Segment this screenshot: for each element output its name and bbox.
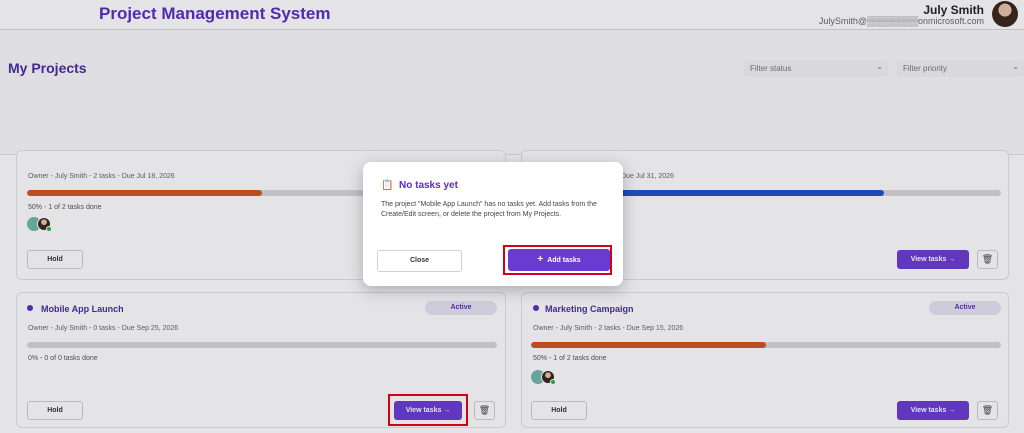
clipboard-icon: 📋 (381, 180, 394, 191)
highlight-add-tasks (503, 245, 612, 275)
dialog-title: No tasks yet (399, 180, 458, 191)
close-button[interactable]: Close (377, 250, 462, 272)
highlight-view-tasks (388, 394, 468, 426)
dialog-message: The project "Mobile App Launch" has no t… (381, 201, 597, 218)
